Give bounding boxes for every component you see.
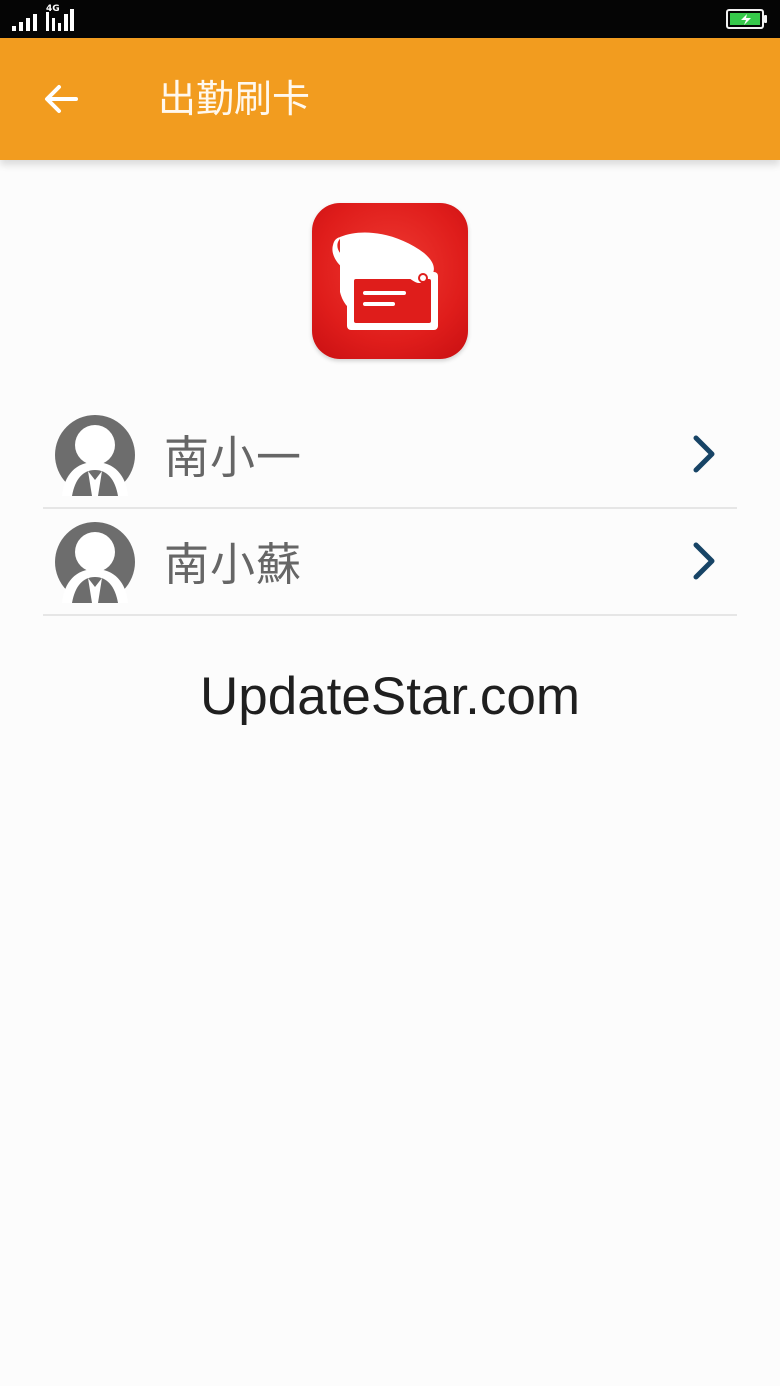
person-avatar-icon xyxy=(55,415,135,496)
back-button[interactable] xyxy=(36,74,86,124)
person-row-1[interactable]: 南小一 xyxy=(43,402,737,509)
chevron-right-icon[interactable] xyxy=(688,539,722,583)
card-swipe-icon xyxy=(312,203,468,359)
person-name: 南小一 xyxy=(164,431,303,484)
phone-screen: 4G 出勤刷卡 南小一 南小蘇 UpdateStar.com xyxy=(0,0,780,1386)
chevron-right-icon[interactable] xyxy=(688,432,722,476)
battery-charging-icon xyxy=(726,9,767,29)
person-avatar-icon xyxy=(55,522,135,603)
network-type-label: 4G xyxy=(46,4,60,14)
status-bar: 4G xyxy=(0,0,780,38)
card-swipe-artwork xyxy=(332,232,438,330)
person-name: 南小蘇 xyxy=(164,538,303,591)
watermark-text: UpdateStar.com xyxy=(199,667,581,726)
person-list: 南小一 南小蘇 xyxy=(43,402,737,616)
app-header: 出勤刷卡 xyxy=(0,38,780,160)
arrow-left-icon xyxy=(45,85,78,113)
person-row-2[interactable]: 南小蘇 xyxy=(43,509,737,616)
page-title: 出勤刷卡 xyxy=(158,77,311,121)
